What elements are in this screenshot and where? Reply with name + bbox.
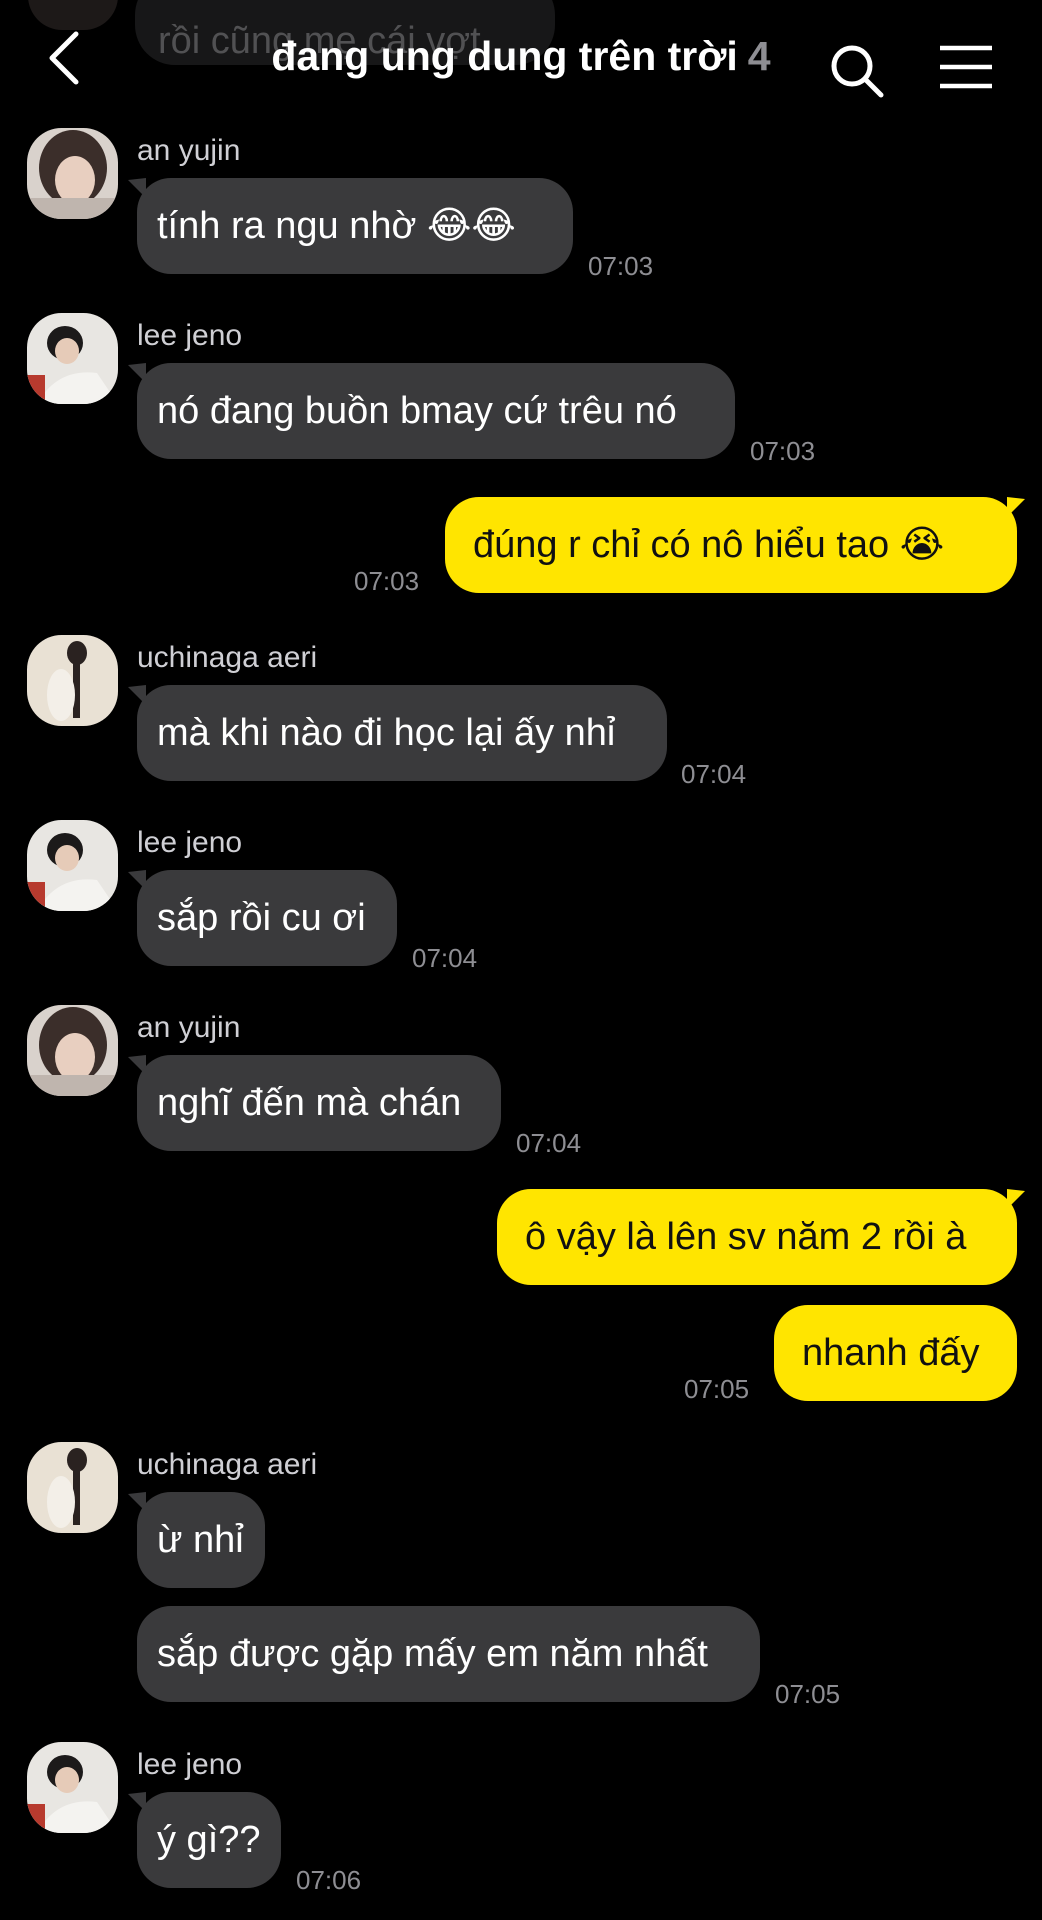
message-time: 07:03 xyxy=(354,566,420,596)
message-bubble[interactable]: tính ra ngu nhờ 😂😂 xyxy=(137,178,573,274)
message-bubble[interactable]: ừ nhỉ xyxy=(137,1492,265,1588)
message-time: 07:05 xyxy=(684,1374,750,1404)
avatar xyxy=(28,0,118,30)
message-bubble-outgoing[interactable]: đúng r chỉ có nô hiểu tao 😭 xyxy=(445,497,1017,593)
sender-name: lee jeno xyxy=(137,1748,243,1781)
sender-name: an yujin xyxy=(137,1011,241,1044)
avatar-lee-jeno[interactable] xyxy=(27,820,118,911)
member-count: 4 xyxy=(747,33,771,79)
message-bubble[interactable]: nghĩ đến mà chán xyxy=(137,1055,501,1151)
message-time: 07:04 xyxy=(412,943,478,973)
message-time: 07:05 xyxy=(775,1679,841,1709)
search-button[interactable] xyxy=(826,40,888,102)
message-bubble[interactable]: mà khi nào đi học lại ấy nhỉ xyxy=(137,685,667,781)
avatar-lee-jeno[interactable] xyxy=(27,313,118,404)
sender-name: lee jeno xyxy=(137,826,243,859)
message-bubble[interactable]: nó đang buồn bmay cứ trêu nó xyxy=(137,363,735,459)
chat-header: rồi cũng mẹ cái vợt đang ung dung trên t… xyxy=(0,0,1042,120)
sender-name: lee jeno xyxy=(137,319,243,352)
avatar-lee-jeno[interactable] xyxy=(27,1742,118,1833)
message-time: 07:03 xyxy=(750,436,816,466)
message-time: 07:04 xyxy=(681,759,747,789)
hamburger-menu-icon xyxy=(940,45,992,89)
message-time: 07:04 xyxy=(516,1128,582,1158)
search-icon xyxy=(831,45,884,98)
message-bubble-outgoing[interactable]: ô vậy là lên sv năm 2 rồi à xyxy=(497,1189,1017,1285)
message-time: 07:03 xyxy=(588,251,654,281)
sender-name: an yujin xyxy=(137,134,241,167)
bubble-tail xyxy=(1007,497,1025,517)
sender-name: uchinaga aeri xyxy=(137,641,318,674)
avatar-uchinaga-aeri[interactable] xyxy=(27,1442,118,1533)
avatar-uchinaga-aeri[interactable] xyxy=(27,635,118,726)
message-bubble[interactable]: sắp được gặp mấy em năm nhất xyxy=(137,1606,760,1702)
avatar-an-yujin[interactable] xyxy=(27,1005,118,1096)
avatar-an-yujin[interactable] xyxy=(27,128,118,219)
menu-button[interactable] xyxy=(938,44,994,90)
message-time: 07:06 xyxy=(296,1865,362,1895)
message-bubble-outgoing[interactable]: nhanh đấy xyxy=(774,1305,1017,1401)
bubble-tail xyxy=(1007,1189,1025,1209)
chat-title-text: đang ung dung trên trời xyxy=(271,33,738,79)
message-bubble[interactable]: sắp rồi cu ơi xyxy=(137,870,397,966)
message-bubble[interactable]: ý gì?? xyxy=(137,1792,281,1888)
sender-name: uchinaga aeri xyxy=(137,1448,318,1481)
